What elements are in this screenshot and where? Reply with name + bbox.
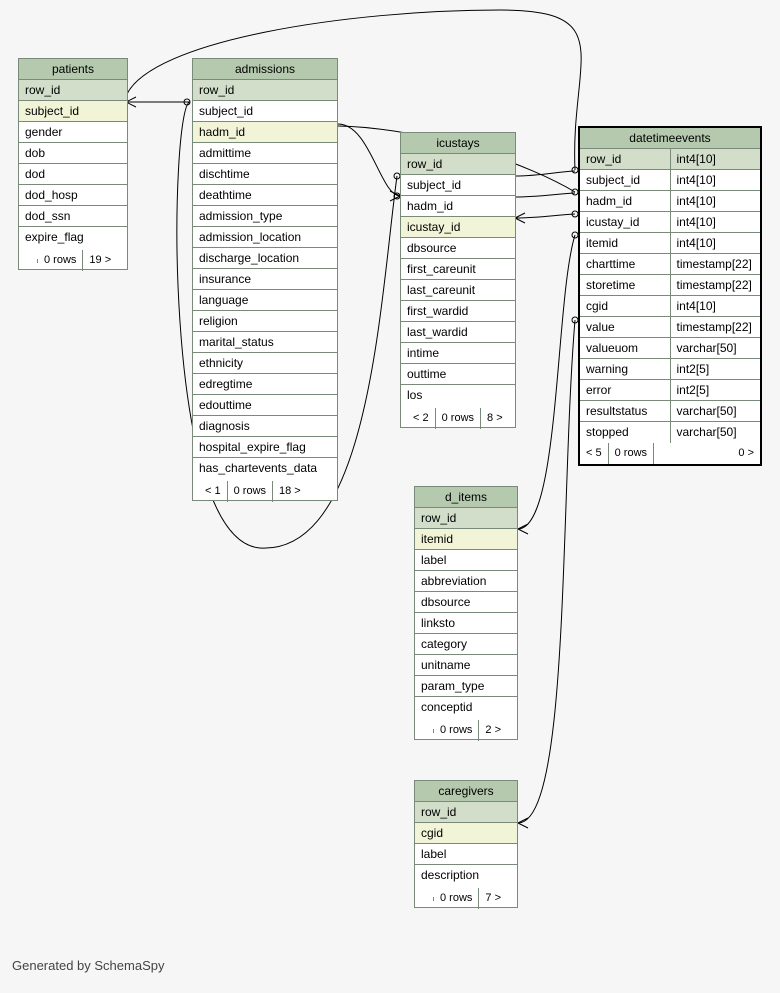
column-row_id: row_id (415, 508, 517, 529)
column-storetime: storetimetimestamp[22] (580, 275, 760, 296)
column-abbreviation: abbreviation (415, 571, 517, 592)
column-los: los (401, 385, 515, 406)
column-itemid: itemidint4[10] (580, 233, 760, 254)
table-footer: 0 rows19 > (19, 248, 127, 269)
table-footer: 0 rows2 > (415, 718, 517, 739)
column-gender: gender (19, 122, 127, 143)
column-edouttime: edouttime (193, 395, 337, 416)
column-has_chartevents_data: has_chartevents_data (193, 458, 337, 479)
column-row_id: row_id (401, 154, 515, 175)
column-icustay_id: icustay_id (401, 217, 515, 238)
column-dod: dod (19, 164, 127, 185)
column-discharge_location: discharge_location (193, 248, 337, 269)
credit-label: Generated by SchemaSpy (12, 958, 164, 973)
column-dod_ssn: dod_ssn (19, 206, 127, 227)
table-title: d_items (415, 487, 517, 508)
table-d_items[interactable]: d_items row_iditemidlabelabbreviationdbs… (414, 486, 518, 740)
column-subject_id: subject_id (193, 101, 337, 122)
table-title: caregivers (415, 781, 517, 802)
table-caregivers[interactable]: caregivers row_idcgidlabeldescription 0 … (414, 780, 518, 908)
table-footer: 0 rows7 > (415, 886, 517, 907)
column-outtime: outtime (401, 364, 515, 385)
column-edregtime: edregtime (193, 374, 337, 395)
column-subject_id: subject_id (19, 101, 127, 122)
table-footer: < 20 rows8 > (401, 406, 515, 427)
column-resultstatus: resultstatusvarchar[50] (580, 401, 760, 422)
table-body: row_idcgidlabeldescription (415, 802, 517, 886)
column-label: label (415, 550, 517, 571)
column-dob: dob (19, 143, 127, 164)
column-hadm_id: hadm_idint4[10] (580, 191, 760, 212)
column-subject_id: subject_id (401, 175, 515, 196)
column-description: description (415, 865, 517, 886)
table-title: icustays (401, 133, 515, 154)
column-cgid: cgid (415, 823, 517, 844)
table-body: row_iditemidlabelabbreviationdbsourcelin… (415, 508, 517, 718)
column-row_id: row_id (193, 80, 337, 101)
table-admissions[interactable]: admissions row_idsubject_idhadm_idadmitt… (192, 58, 338, 501)
table-title: datetimeevents (580, 128, 760, 149)
column-hospital_expire_flag: hospital_expire_flag (193, 437, 337, 458)
column-stopped: stoppedvarchar[50] (580, 422, 760, 443)
table-icustays[interactable]: icustays row_idsubject_idhadm_idicustay_… (400, 132, 516, 428)
column-conceptid: conceptid (415, 697, 517, 718)
column-hadm_id: hadm_id (401, 196, 515, 217)
column-admission_location: admission_location (193, 227, 337, 248)
column-marital_status: marital_status (193, 332, 337, 353)
column-subject_id: subject_idint4[10] (580, 170, 760, 191)
column-insurance: insurance (193, 269, 337, 290)
table-footer: < 5 0 rows 0 > (580, 443, 760, 464)
column-category: category (415, 634, 517, 655)
column-valueuom: valueuomvarchar[50] (580, 338, 760, 359)
table-footer: < 10 rows18 > (193, 479, 337, 500)
column-admittime: admittime (193, 143, 337, 164)
column-value: valuetimestamp[22] (580, 317, 760, 338)
column-icustay_id: icustay_idint4[10] (580, 212, 760, 233)
column-last_careunit: last_careunit (401, 280, 515, 301)
table-datetimeevents[interactable]: datetimeevents row_idint4[10]subject_idi… (578, 126, 762, 466)
column-dischtime: dischtime (193, 164, 337, 185)
column-cgid: cgidint4[10] (580, 296, 760, 317)
column-row_id: row_id (415, 802, 517, 823)
column-first_wardid: first_wardid (401, 301, 515, 322)
column-diagnosis: diagnosis (193, 416, 337, 437)
table-title: admissions (193, 59, 337, 80)
column-deathtime: deathtime (193, 185, 337, 206)
column-intime: intime (401, 343, 515, 364)
column-warning: warningint2[5] (580, 359, 760, 380)
column-hadm_id: hadm_id (193, 122, 337, 143)
column-unitname: unitname (415, 655, 517, 676)
table-title: patients (19, 59, 127, 80)
column-dbsource: dbsource (401, 238, 515, 259)
column-label: label (415, 844, 517, 865)
column-ethnicity: ethnicity (193, 353, 337, 374)
column-row_id: row_id (19, 80, 127, 101)
column-first_careunit: first_careunit (401, 259, 515, 280)
column-itemid: itemid (415, 529, 517, 550)
column-linksto: linksto (415, 613, 517, 634)
column-dbsource: dbsource (415, 592, 517, 613)
column-last_wardid: last_wardid (401, 322, 515, 343)
column-language: language (193, 290, 337, 311)
column-charttime: charttimetimestamp[22] (580, 254, 760, 275)
table-body: row_idsubject_idhadm_idicustay_iddbsourc… (401, 154, 515, 406)
column-dod_hosp: dod_hosp (19, 185, 127, 206)
table-body: row_idsubject_idgenderdobdoddod_hospdod_… (19, 80, 127, 248)
column-error: errorint2[5] (580, 380, 760, 401)
table-body: row_idsubject_idhadm_idadmittimedischtim… (193, 80, 337, 479)
table-body: row_idint4[10]subject_idint4[10]hadm_idi… (580, 149, 760, 443)
column-row_id: row_idint4[10] (580, 149, 760, 170)
column-param_type: param_type (415, 676, 517, 697)
column-religion: religion (193, 311, 337, 332)
table-patients[interactable]: patients row_idsubject_idgenderdobdoddod… (18, 58, 128, 270)
column-admission_type: admission_type (193, 206, 337, 227)
column-expire_flag: expire_flag (19, 227, 127, 248)
